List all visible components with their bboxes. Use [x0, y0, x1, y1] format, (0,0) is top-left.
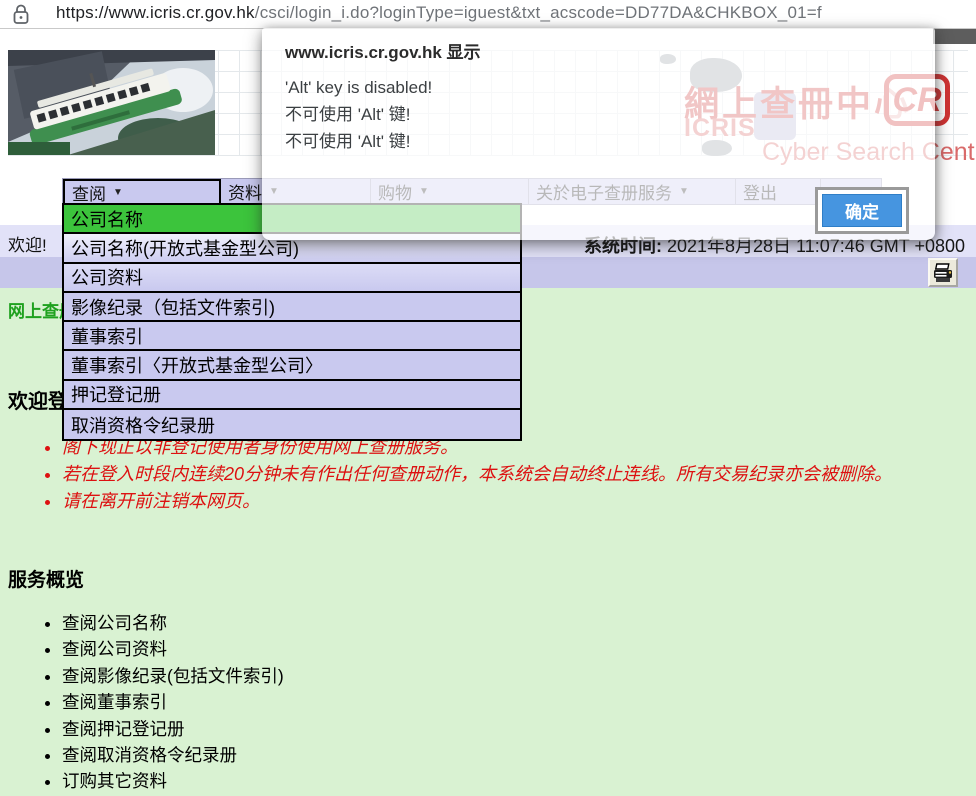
url-domain: https://www.icris.cr.gov.hk [56, 3, 255, 22]
ok-button-focus-ring: 确定 [815, 187, 909, 234]
service-item: 查阅董事索引 [62, 689, 284, 715]
service-item: 查阅公司资料 [62, 636, 284, 662]
notice-item: 若在登入时段内连续20分钟未有作出任何查册动作，本系统会自动终止连线。所有交易纪… [62, 461, 947, 487]
browser-address-bar[interactable]: https://www.icris.cr.gov.hk/csci/login_i… [0, 0, 976, 29]
menu-item-label: 资料 [228, 179, 262, 204]
window-corner-artifact [933, 29, 976, 44]
url-overflow-fade [916, 0, 976, 27]
dropdown-item-disqualification-register[interactable]: 取消资格令纪录册 [64, 410, 520, 439]
url-text[interactable]: https://www.icris.cr.gov.hk/csci/login_i… [56, 3, 822, 23]
services-list: 查阅公司名称 查阅公司资料 查阅影像纪录(包括文件索引) 查阅董事索引 查阅押记… [34, 610, 284, 795]
dropdown-item-directors-index[interactable]: 董事索引 [64, 322, 520, 351]
welcome-text: 欢迎! [8, 231, 47, 256]
chevron-down-icon: ▼ [113, 187, 123, 198]
alert-dialog-message: 'Alt' key is disabled! 不可使用 'Alt' 键! 不可使… [285, 74, 432, 155]
ok-button[interactable]: 确定 [822, 194, 902, 227]
dropdown-item-image-record[interactable]: 影像纪录（包括文件索引) [64, 293, 520, 322]
menu-item-search[interactable]: 查阅 ▼ [63, 179, 221, 204]
alert-message-line: 不可使用 'Alt' 键! [285, 101, 432, 128]
service-item: 查阅取消资格令纪录册 [62, 742, 284, 768]
alert-dialog-title: www.icris.cr.gov.hk 显示 [285, 38, 481, 63]
dropdown-item-company-particulars[interactable]: 公司资料 [64, 264, 520, 293]
service-item: 查阅影像纪录(包括文件索引) [62, 663, 284, 689]
url-path: /csci/login_i.do?loginType=iguest&txt_ac… [255, 3, 822, 22]
notice-list: 阁下现正以非登记使用者身份使用网上查册服务。 若在登入时段内连续20分钟未有作出… [34, 434, 947, 515]
dropdown-item-register-of-charges[interactable]: 押记登记册 [64, 381, 520, 410]
printer-icon [932, 263, 954, 283]
service-item: 查阅押记登记册 [62, 716, 284, 742]
menu-item-label: 查阅 [72, 180, 106, 205]
services-heading: 服务概览 [8, 565, 84, 592]
dropdown-item-directors-index-ofc[interactable]: 董事索引〈开放式基金型公司〉 [64, 351, 520, 380]
service-item: 订购其它资料 [62, 768, 284, 794]
service-item: 查阅公司名称 [62, 610, 284, 636]
notice-item: 请在离开前注销本网页。 [62, 488, 947, 514]
star-ferry-photo [8, 50, 215, 155]
lock-icon[interactable] [12, 4, 30, 30]
alert-message-line: 'Alt' key is disabled! [285, 74, 432, 101]
alert-message-line: 不可使用 'Alt' 键! [285, 128, 432, 155]
print-button[interactable] [928, 258, 958, 287]
alert-dialog: www.icris.cr.gov.hk 显示 'Alt' key is disa… [262, 28, 935, 240]
screenshot-root: https://www.icris.cr.gov.hk/csci/login_i… [0, 0, 976, 796]
